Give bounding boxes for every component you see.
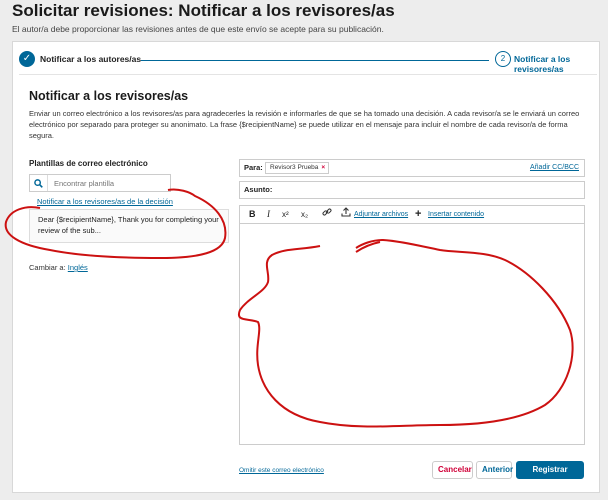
section-description: Enviar un correo electrónico a los revis…: [29, 109, 580, 140]
superscript-button[interactable]: x²: [282, 206, 289, 223]
page-subtitle: El autor/a debe proporcionar las revisio…: [12, 24, 384, 34]
page-title: Solicitar revisiones: Notificar a los re…: [12, 1, 395, 20]
step-completed-check-icon[interactable]: ✓: [19, 51, 35, 67]
upload-icon[interactable]: [341, 206, 351, 223]
attach-files-button[interactable]: Adjuntar archivos: [354, 206, 408, 223]
template-result-link[interactable]: Notificar a los revisores/as de la decis…: [29, 197, 229, 206]
italic-button[interactable]: I: [267, 206, 270, 223]
recipient-chip-label: Revisor3 Prueba: [270, 164, 319, 171]
skip-email-link[interactable]: Omitir este correo electrónico: [239, 467, 324, 474]
stepper-divider: [19, 74, 597, 75]
change-language-link[interactable]: Inglés: [68, 263, 88, 272]
search-icon[interactable]: [30, 175, 46, 191]
cancel-button[interactable]: Cancelar: [432, 461, 473, 479]
template-search: [29, 174, 171, 192]
stepper: ✓ Notificar a los autores/as 2 Notificar…: [19, 50, 597, 75]
change-language: Cambiar a: Inglés: [29, 263, 88, 272]
step-2-label[interactable]: Notificar a los revisores/as: [514, 54, 597, 74]
templates-heading: Plantillas de correo electrónico: [29, 159, 148, 168]
subject-field[interactable]: Asunto:: [239, 181, 585, 199]
remove-recipient-icon[interactable]: ×: [321, 164, 325, 171]
subscript-button[interactable]: x₂: [301, 206, 308, 223]
message-editor[interactable]: B I x² x₂ Adjuntar archivos + Insertar c…: [239, 205, 585, 445]
editor-toolbar: B I x² x₂ Adjuntar archivos + Insertar c…: [240, 206, 584, 224]
page-header: Solicitar revisiones: Notificar a los re…: [12, 0, 602, 34]
bold-button[interactable]: B: [249, 206, 256, 223]
link-icon[interactable]: [322, 206, 332, 223]
change-language-label: Cambiar a:: [29, 263, 66, 272]
add-cc-bcc-link[interactable]: Añadir CC/BCC: [530, 160, 579, 176]
to-field[interactable]: Para: Revisor3 Prueba × Añadir CC/BCC: [239, 159, 585, 177]
template-result-preview: Dear {$recipientName}, Thank you for com…: [29, 209, 229, 243]
section-title: Notificar a los revisores/as: [29, 89, 189, 103]
subject-label: Asunto:: [244, 185, 273, 194]
back-button[interactable]: Anterior: [476, 461, 513, 479]
insert-content-button[interactable]: Insertar contenido: [428, 206, 484, 223]
recipient-chip: Revisor3 Prueba ×: [265, 162, 330, 174]
to-label: Para:: [244, 163, 263, 172]
plus-icon[interactable]: +: [415, 206, 421, 223]
template-search-input[interactable]: [47, 175, 170, 191]
workflow-card: ✓ Notificar a los autores/as 2 Notificar…: [12, 41, 600, 493]
step-1-label[interactable]: Notificar a los autores/as: [40, 54, 141, 64]
record-decision-button[interactable]: Registrar decisión: [516, 461, 584, 490]
step-2-number[interactable]: 2: [495, 51, 511, 67]
template-result: Notificar a los revisores/as de la decis…: [29, 197, 229, 243]
step-connector: [141, 60, 489, 61]
